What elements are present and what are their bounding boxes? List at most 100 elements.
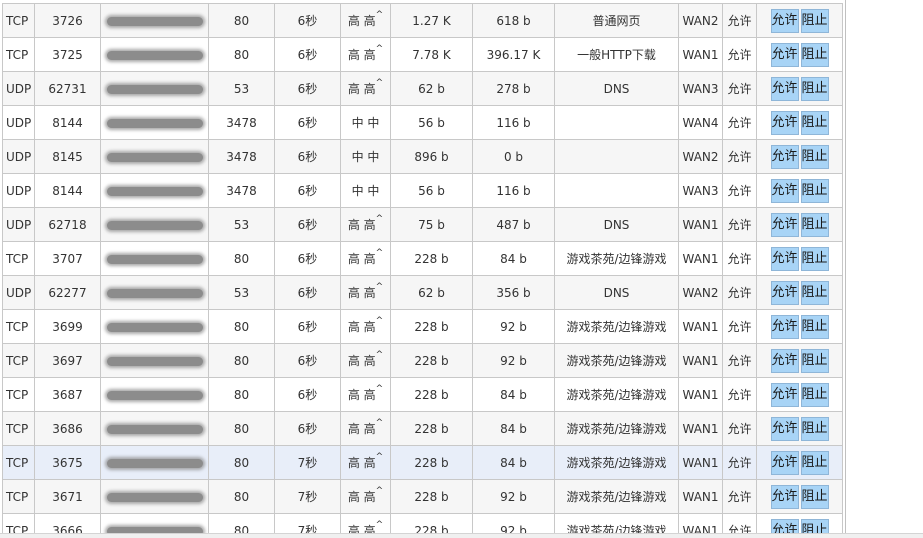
- destination-port-text: 53: [233, 81, 250, 96]
- application-text: 游戏茶苑/边锋游戏: [566, 354, 667, 368]
- wan-text: WAN2: [682, 13, 719, 28]
- source-port-cell: 3697: [34, 343, 101, 378]
- upload-text: 75 b: [418, 217, 445, 232]
- table-row: UDP 8144 3478 6秒 中 中 56 b 116 b WAN3 允许 …: [2, 173, 843, 208]
- remote-ip-cell: [100, 377, 209, 412]
- table-row: TCP 3675 80 7秒 高 高^ 228 b 84 b 游戏茶苑/边锋游戏…: [2, 445, 843, 480]
- block-button[interactable]: 阻止: [800, 382, 829, 407]
- allow-button[interactable]: 允许: [770, 484, 799, 509]
- block-button[interactable]: 阻止: [800, 178, 829, 203]
- priority-cell: 高 高^: [340, 241, 391, 276]
- block-button[interactable]: 阻止: [800, 416, 829, 441]
- priority-mark: ^: [375, 418, 384, 428]
- allow-button[interactable]: 允许: [770, 76, 799, 101]
- duration-cell: 6秒: [274, 173, 341, 208]
- block-button[interactable]: 阻止: [800, 280, 829, 305]
- status-text: 允许: [727, 184, 752, 198]
- upload-text: 228 b: [414, 489, 449, 504]
- upload-cell: 56 b: [390, 173, 473, 208]
- redacted-ip-address: [106, 492, 203, 502]
- application-cell: DNS: [554, 71, 679, 106]
- duration-text: 6秒: [297, 48, 318, 62]
- application-text: DNS: [603, 81, 630, 96]
- block-button[interactable]: 阻止: [800, 314, 829, 339]
- source-port-cell: 3686: [34, 411, 101, 446]
- destination-port-text: 80: [233, 489, 250, 504]
- status-text: 允许: [727, 82, 752, 96]
- priority-mark: ^: [375, 384, 384, 394]
- horizontal-scrollbar[interactable]: [0, 533, 923, 538]
- wan-text: WAN1: [682, 47, 719, 62]
- priority-text: 高 高: [347, 218, 376, 232]
- allow-button[interactable]: 允许: [770, 416, 799, 441]
- allow-button[interactable]: 允许: [770, 382, 799, 407]
- connection-table-body: TCP 3726 80 6秒 高 高^ 1.27 K 618 b 普通网页 WA…: [2, 3, 843, 538]
- duration-text: 6秒: [297, 116, 318, 130]
- source-port-text: 8145: [52, 149, 83, 164]
- download-cell: 278 b: [472, 71, 555, 106]
- application-text: 一般HTTP下载: [577, 48, 656, 62]
- allow-button[interactable]: 允许: [770, 450, 799, 475]
- block-button[interactable]: 阻止: [800, 246, 829, 271]
- block-button[interactable]: 阻止: [800, 212, 829, 237]
- status-cell: 允许: [722, 173, 757, 208]
- block-button[interactable]: 阻止: [800, 450, 829, 475]
- protocol-cell: TCP: [2, 479, 35, 514]
- destination-port-text: 80: [233, 47, 250, 62]
- actions-cell: 允许 阻止: [756, 445, 843, 480]
- allow-button[interactable]: 允许: [770, 246, 799, 271]
- actions-cell: 允许 阻止: [756, 3, 843, 38]
- destination-port-text: 80: [233, 251, 250, 266]
- block-button[interactable]: 阻止: [800, 76, 829, 101]
- allow-button[interactable]: 允许: [770, 42, 799, 67]
- destination-port-text: 3478: [226, 115, 257, 130]
- priority-mark: ^: [375, 520, 384, 530]
- table-row: TCP 3687 80 6秒 高 高^ 228 b 84 b 游戏茶苑/边锋游戏…: [2, 377, 843, 412]
- block-button[interactable]: 阻止: [800, 144, 829, 169]
- status-text: 允许: [727, 48, 752, 62]
- block-button[interactable]: 阻止: [800, 8, 829, 33]
- block-button[interactable]: 阻止: [800, 348, 829, 373]
- priority-cell: 高 高^: [340, 3, 391, 38]
- priority-mark: ^: [375, 10, 384, 20]
- panel-right-border: [845, 0, 846, 538]
- duration-text: 6秒: [297, 218, 318, 232]
- source-port-cell: 62277: [34, 275, 101, 310]
- wan-text: WAN3: [682, 183, 719, 198]
- redacted-ip-address: [106, 84, 203, 94]
- block-button[interactable]: 阻止: [800, 484, 829, 509]
- priority-mark: ^: [375, 248, 384, 258]
- allow-button[interactable]: 允许: [770, 348, 799, 373]
- protocol-text: UDP: [6, 217, 32, 232]
- priority-cell: 中 中: [340, 173, 391, 208]
- wan-text: WAN1: [682, 421, 719, 436]
- protocol-cell: UDP: [2, 105, 35, 140]
- allow-button[interactable]: 允许: [770, 110, 799, 135]
- upload-cell: 1.27 K: [390, 3, 473, 38]
- download-cell: 0 b: [472, 139, 555, 174]
- status-text: 允许: [727, 320, 752, 334]
- status-text: 允许: [727, 252, 752, 266]
- block-button[interactable]: 阻止: [800, 110, 829, 135]
- status-text: 允许: [727, 354, 752, 368]
- duration-cell: 6秒: [274, 309, 341, 344]
- allow-button[interactable]: 允许: [770, 178, 799, 203]
- priority-text: 中 中: [351, 116, 380, 130]
- duration-cell: 6秒: [274, 139, 341, 174]
- allow-button[interactable]: 允许: [770, 280, 799, 305]
- allow-button[interactable]: 允许: [770, 212, 799, 237]
- source-port-cell: 8144: [34, 105, 101, 140]
- redacted-ip-address: [106, 356, 203, 366]
- allow-button[interactable]: 允许: [770, 314, 799, 339]
- allow-button[interactable]: 允许: [770, 8, 799, 33]
- download-cell: 84 b: [472, 411, 555, 446]
- remote-ip-cell: [100, 411, 209, 446]
- source-port-text: 3726: [52, 13, 83, 28]
- destination-port-cell: 80: [208, 241, 275, 276]
- block-button[interactable]: 阻止: [800, 42, 829, 67]
- table-row: TCP 3726 80 6秒 高 高^ 1.27 K 618 b 普通网页 WA…: [2, 3, 843, 38]
- remote-ip-cell: [100, 173, 209, 208]
- allow-button[interactable]: 允许: [770, 144, 799, 169]
- priority-cell: 高 高^: [340, 411, 391, 446]
- application-cell: 普通网页: [554, 3, 679, 38]
